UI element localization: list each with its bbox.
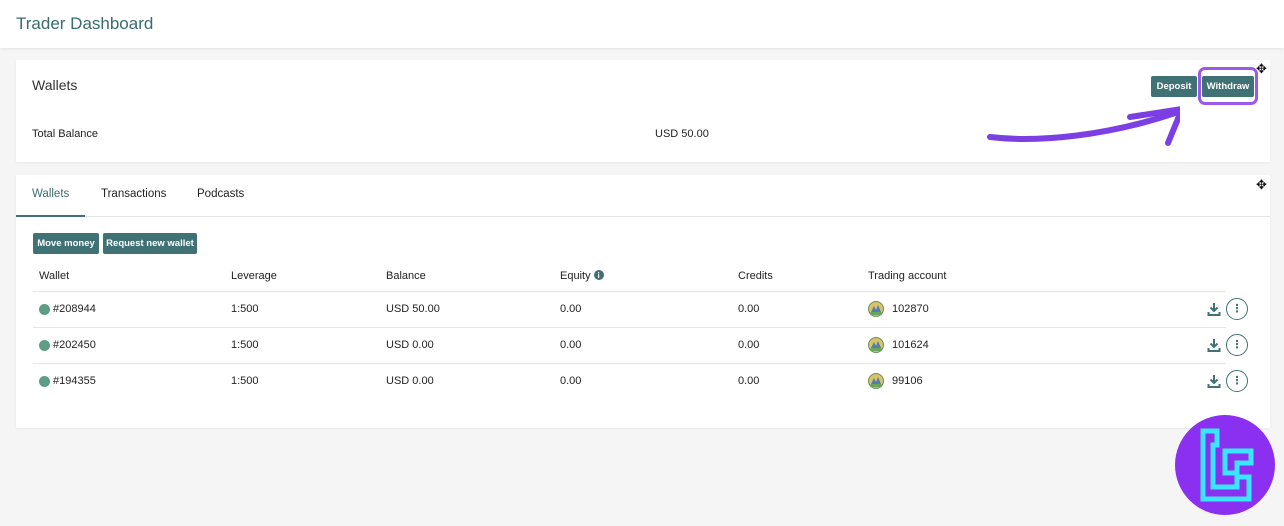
trading-account-number[interactable]: 101624 [892,339,929,351]
active-tab-indicator [16,215,85,217]
table-divider [33,291,1226,292]
brand-logo-icon [1175,415,1275,515]
equity-value: 0.00 [560,339,582,351]
trading-account-number[interactable]: 102870 [892,303,929,315]
more-vertical-icon[interactable]: ⋮ [1226,298,1248,320]
equity-value: 0.00 [560,375,582,387]
top-bar: Trader Dashboard [0,0,1284,48]
move-icon[interactable]: ✥ [1256,62,1267,75]
metatrader-icon [868,337,884,353]
column-header-credits: Credits [738,270,773,282]
total-balance-label: Total Balance [32,128,99,140]
download-icon[interactable] [1207,338,1221,352]
more-vertical-icon[interactable]: ⋮ [1226,370,1248,392]
more-vertical-icon[interactable]: ⋮ [1226,334,1248,356]
leverage-value: 1:500 [231,339,259,351]
status-dot-icon [39,304,50,315]
total-balance-value: USD 50.00 [655,128,709,140]
withdraw-button[interactable]: Withdraw [1202,76,1254,97]
equity-value: 0.00 [560,303,582,315]
table-divider [33,327,1226,328]
column-header-leverage: Leverage [231,270,277,282]
leverage-value: 1:500 [231,303,259,315]
info-icon[interactable]: i [593,270,604,281]
status-dot-icon [39,340,50,351]
leverage-value: 1:500 [231,375,259,387]
table-divider [33,363,1226,364]
request-new-wallet-button[interactable]: Request new wallet [103,233,197,254]
column-header-equity-label: Equity [560,270,591,282]
credits-value: 0.00 [738,375,760,387]
tab-podcasts[interactable]: Podcasts [197,188,244,200]
wallets-card-title: Wallets [32,77,78,93]
download-icon[interactable] [1207,302,1221,316]
balance-value: USD 0.00 [386,339,434,351]
column-header-balance: Balance [386,270,426,282]
deposit-button[interactable]: Deposit [1151,76,1197,97]
trading-account-number[interactable]: 99106 [892,375,923,387]
annotation-arrow-icon [987,106,1180,146]
column-header-trading-account: Trading account [868,270,947,282]
wallet-id: #208944 [53,303,96,315]
status-dot-icon [39,376,50,387]
metatrader-icon [868,301,884,317]
wallet-id: #202450 [53,339,96,351]
tab-transactions[interactable]: Transactions [101,188,166,200]
credits-value: 0.00 [738,303,760,315]
page-title: Trader Dashboard [16,14,154,33]
move-money-button[interactable]: Move money [33,233,99,254]
credits-value: 0.00 [738,339,760,351]
metatrader-icon [868,373,884,389]
column-header-wallet: Wallet [39,270,70,282]
balance-value: USD 50.00 [386,303,440,315]
column-header-equity: Equity i [560,270,604,282]
download-icon[interactable] [1207,374,1221,388]
balance-value: USD 0.00 [386,375,434,387]
tab-bar: Wallets Transactions Podcasts [16,175,1270,217]
tab-wallets[interactable]: Wallets [32,188,69,200]
wallets-table-card: ✥ Wallets Transactions Podcasts Move mon… [16,175,1270,428]
wallet-id: #194355 [53,375,96,387]
